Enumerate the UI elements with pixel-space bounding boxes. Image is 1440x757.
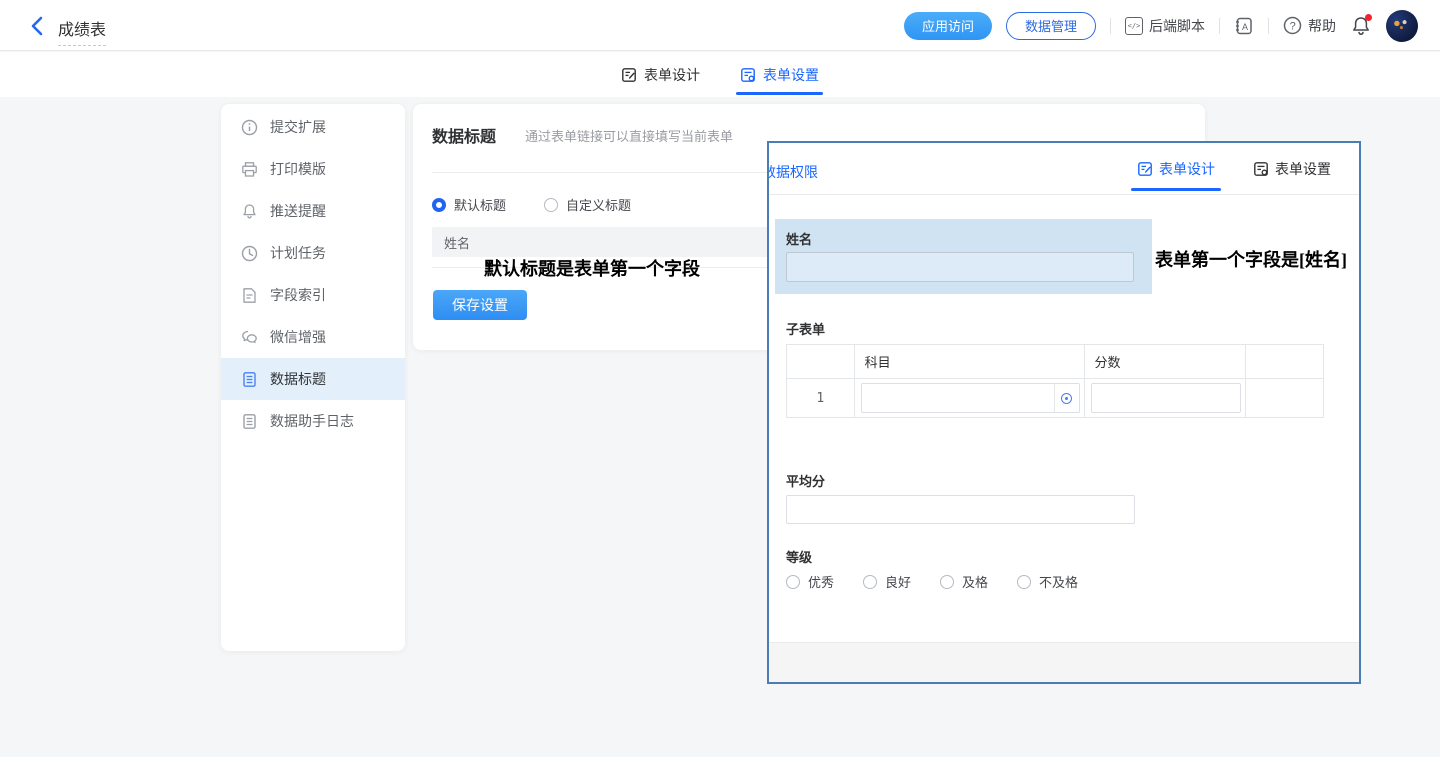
subject-picker-button[interactable] <box>1054 384 1079 412</box>
info-icon <box>241 119 258 136</box>
radio-unselected-icon <box>863 575 877 589</box>
sidebar-item-data-title[interactable]: 数据标题 <box>221 358 405 400</box>
svg-text:A: A <box>1242 22 1248 32</box>
subform-col-extra <box>1245 345 1324 379</box>
sidebar-item-scheduled-task[interactable]: 计划任务 <box>221 232 405 274</box>
notification-dot <box>1365 14 1372 21</box>
field-name-label: 姓名 <box>786 229 812 248</box>
preview-header: 数据权限 表单设计 <box>769 143 1359 195</box>
tab-data-permission[interactable]: 数据权限 <box>767 162 818 182</box>
grade-option-good[interactable]: 良好 <box>863 572 911 591</box>
divider <box>1268 18 1269 34</box>
subform-col-score: 分数 <box>1084 345 1245 379</box>
form-title[interactable]: 成绩表 <box>58 16 106 46</box>
list-doc-icon <box>241 413 258 430</box>
radio-unselected-icon <box>940 575 954 589</box>
form-design-icon <box>621 67 637 83</box>
grade-options: 优秀 良好 及格 不及格 <box>786 572 1078 591</box>
grade-label: 等级 <box>786 547 812 566</box>
topbar-actions: 应用访问 数据管理 </> 后端脚本 A <box>904 0 1418 51</box>
list-doc-icon <box>241 371 258 388</box>
row-index: 1 <box>787 379 855 418</box>
preview-tab-form-settings[interactable]: 表单设置 <box>1253 143 1331 195</box>
grade-option-excellent[interactable]: 优秀 <box>786 572 834 591</box>
sidebar-item-push-reminder[interactable]: 推送提醒 <box>221 190 405 232</box>
code-icon: </> <box>1125 17 1143 35</box>
radio-unselected-icon <box>544 198 558 212</box>
radio-custom-title[interactable]: 自定义标题 <box>544 195 631 214</box>
subject-input[interactable] <box>861 383 1080 413</box>
preview-footer <box>769 642 1359 682</box>
divider <box>1110 18 1111 34</box>
row-actions-cell <box>1245 379 1324 418</box>
bell-icon <box>241 203 258 220</box>
form-design-icon <box>1137 161 1153 177</box>
sidebar-item-field-index[interactable]: 字段索引 <box>221 274 405 316</box>
notification-button[interactable] <box>1350 15 1372 37</box>
panel-subtitle: 通过表单链接可以直接填写当前表单 <box>525 126 733 145</box>
title-mode-radios: 默认标题 自定义标题 <box>432 195 631 214</box>
sidebar-item-wechat-enhance[interactable]: 微信增强 <box>221 316 405 358</box>
view-tabbar: 表单设计 表单设置 <box>0 52 1440 97</box>
wechat-icon <box>241 329 258 346</box>
file-icon <box>241 287 258 304</box>
subform-table: 科目 分数 1 <box>786 344 1324 418</box>
chevron-left-icon <box>26 14 50 38</box>
app-access-button[interactable]: 应用访问 <box>904 12 992 40</box>
score-input[interactable] <box>1091 383 1241 413</box>
topbar: 成绩表 应用访问 数据管理 </> 后端脚本 A <box>0 0 1440 51</box>
settings-sidebar: 提交扩展 打印模版 推送提醒 计划任务 字段索引 <box>221 104 405 651</box>
target-icon <box>1061 393 1072 404</box>
form-settings-icon <box>1253 161 1269 177</box>
radio-unselected-icon <box>1017 575 1031 589</box>
subform-label: 子表单 <box>786 319 825 338</box>
sidebar-item-submit-extension[interactable]: 提交扩展 <box>221 106 405 148</box>
question-icon: ? <box>1283 16 1302 35</box>
subform-row: 1 <box>787 379 1324 418</box>
user-avatar[interactable] <box>1386 10 1418 42</box>
average-label: 平均分 <box>786 471 825 490</box>
sidebar-item-print-template[interactable]: 打印模版 <box>221 148 405 190</box>
grade-option-fail[interactable]: 不及格 <box>1017 572 1078 591</box>
radio-selected-icon <box>432 198 446 212</box>
help-button[interactable]: ? 帮助 <box>1283 16 1336 36</box>
back-button[interactable] <box>26 14 50 38</box>
panel-title: 数据标题 <box>432 123 496 147</box>
field-name-input[interactable] <box>786 252 1134 282</box>
preview-tabs: 表单设计 表单设置 <box>1137 143 1331 195</box>
average-input[interactable] <box>786 495 1135 524</box>
app-window: 成绩表 应用访问 数据管理 </> 后端脚本 A <box>0 0 1440 757</box>
preview-tab-form-design[interactable]: 表单设计 <box>1137 143 1215 195</box>
sidebar-item-data-assistant-log[interactable]: 数据助手日志 <box>221 400 405 442</box>
save-settings-button[interactable]: 保存设置 <box>433 290 527 320</box>
annotation-default-title: 默认标题是表单第一个字段 <box>484 255 700 281</box>
annotation-first-field: 表单第一个字段是[姓名] <box>1155 246 1347 272</box>
subform-col-subject: 科目 <box>854 345 1084 379</box>
divider <box>1219 18 1220 34</box>
clock-icon <box>241 245 258 262</box>
backend-script-button[interactable]: </> 后端脚本 <box>1125 16 1205 36</box>
radio-default-title[interactable]: 默认标题 <box>432 195 506 214</box>
tab-form-design[interactable]: 表单设计 <box>621 52 700 97</box>
form-preview-panel: 数据权限 表单设计 <box>767 141 1361 684</box>
radio-unselected-icon <box>786 575 800 589</box>
subform-header-row: 科目 分数 <box>787 345 1324 379</box>
printer-icon <box>241 161 258 178</box>
svg-text:?: ? <box>1290 20 1296 32</box>
form-settings-icon <box>740 67 756 83</box>
data-manage-button[interactable]: 数据管理 <box>1006 12 1096 40</box>
subform-col-index <box>787 345 855 379</box>
field-name-highlighted[interactable]: 姓名 <box>775 219 1152 294</box>
grade-option-pass[interactable]: 及格 <box>940 572 988 591</box>
journal-button[interactable]: A <box>1234 16 1254 36</box>
journal-icon: A <box>1234 16 1254 36</box>
tab-form-settings[interactable]: 表单设置 <box>740 52 819 97</box>
